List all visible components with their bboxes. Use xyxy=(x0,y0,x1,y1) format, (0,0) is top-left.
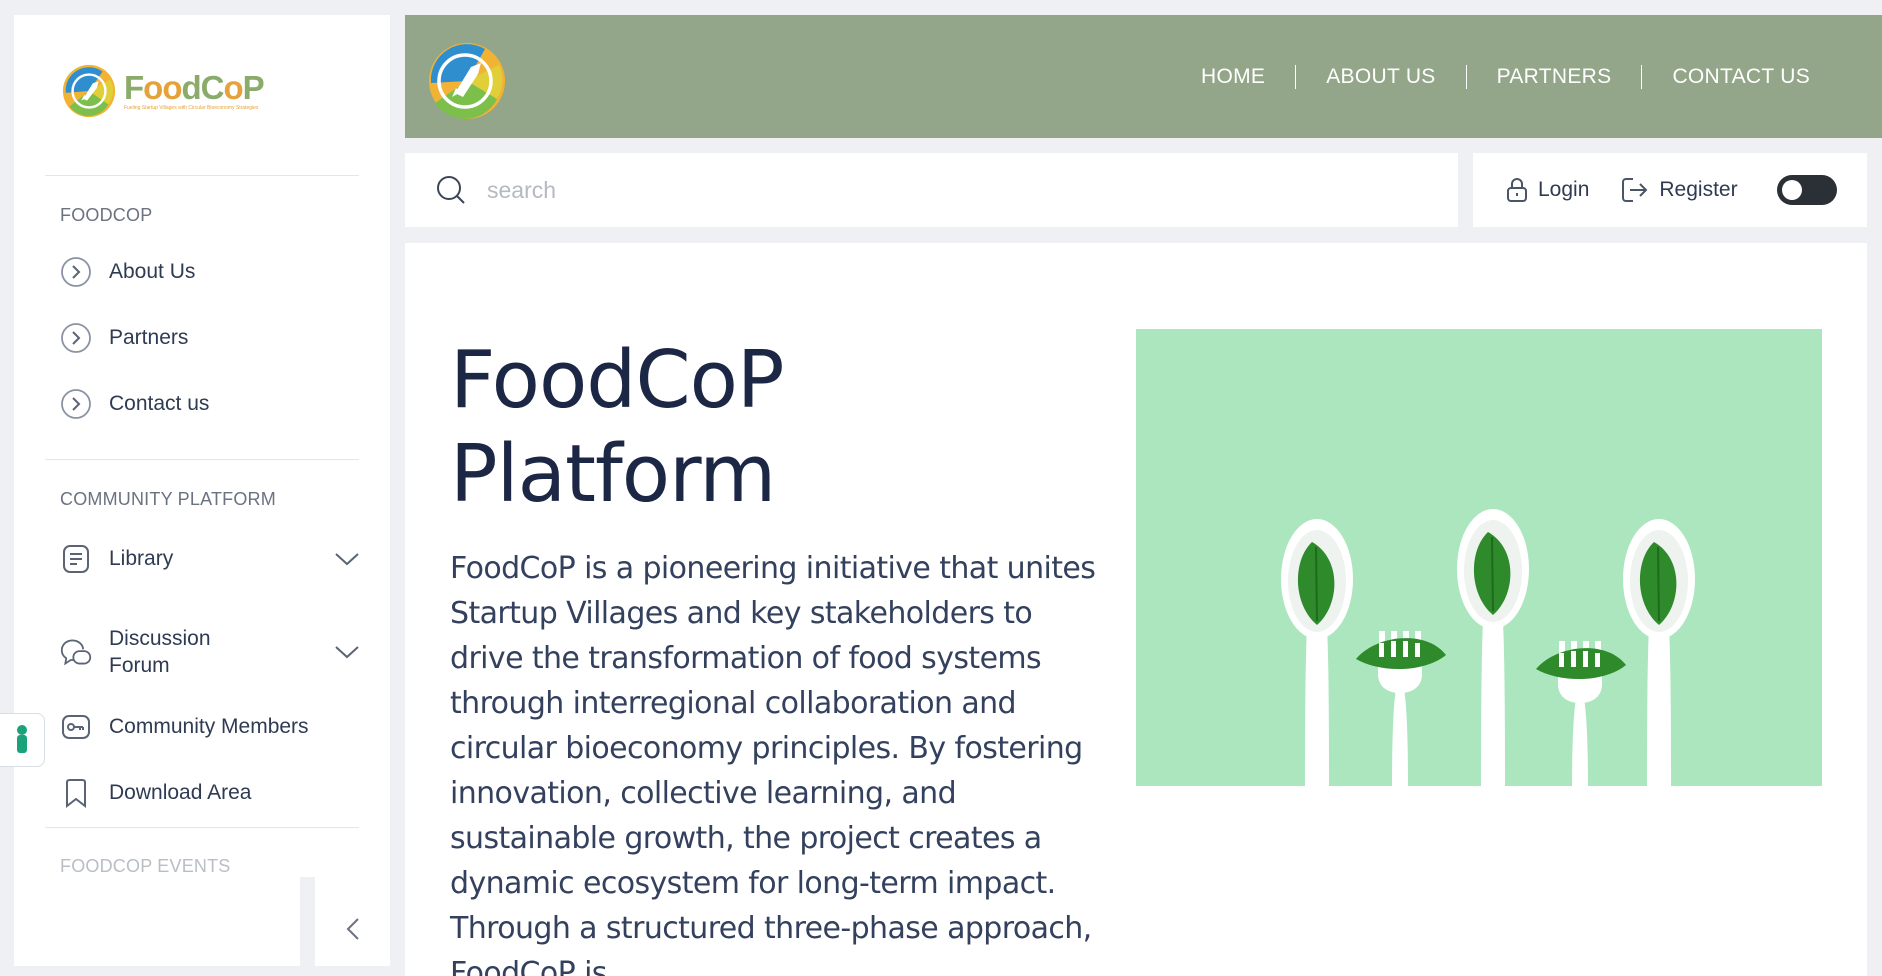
foodcop-emblem-icon[interactable] xyxy=(419,37,513,121)
chevron-down-icon[interactable] xyxy=(334,642,360,662)
document-icon xyxy=(60,543,92,575)
bookmark-icon xyxy=(60,777,92,809)
sidebar-item-community-members[interactable]: Community Members xyxy=(60,711,360,743)
sidebar-divider xyxy=(45,175,359,176)
search-bar xyxy=(405,153,1458,227)
search-input[interactable] xyxy=(485,175,1389,205)
register-link[interactable]: Register xyxy=(1621,177,1738,203)
sidebar-item-library[interactable]: Library xyxy=(60,543,360,575)
main-content: FoodCoP Platform FoodCoP is a pioneering… xyxy=(405,243,1867,976)
search-icon xyxy=(437,176,465,204)
title-line: FoodCoP xyxy=(450,334,785,426)
accessibility-icon xyxy=(17,725,27,753)
sidebar-collapse-button[interactable] xyxy=(315,892,390,966)
chat-icon xyxy=(60,636,92,668)
sidebar-divider xyxy=(45,827,359,828)
sidebar: FoodCoP Fueling Startup Villages with Ci… xyxy=(14,15,390,966)
sidebar-item-label: About Us xyxy=(109,260,196,283)
auth-bar: Login Register xyxy=(1473,153,1867,227)
topnav-about-us[interactable]: ABOUT US xyxy=(1295,64,1465,89)
topnav-contact-us[interactable]: CONTACT US xyxy=(1641,64,1840,89)
section-title-foodcop: FOODCOP xyxy=(60,205,153,225)
theme-toggle[interactable] xyxy=(1777,175,1837,205)
sidebar-item-label: Discussion Forum xyxy=(109,625,211,679)
key-icon xyxy=(60,711,92,743)
spoons-forks-leaves-illustration xyxy=(1136,329,1822,786)
sidebar-item-label: Contact us xyxy=(109,392,210,415)
topnav-partners[interactable]: PARTNERS xyxy=(1465,64,1642,89)
section-title-community-platform: COMMUNITY PLATFORM xyxy=(60,489,276,509)
sidebar-logo[interactable]: FoodCoP Fueling Startup Villages with Ci… xyxy=(60,62,265,120)
sidebar-item-contact-us[interactable]: Contact us xyxy=(60,388,360,420)
chevron-circle-icon xyxy=(60,388,92,420)
chevron-left-icon xyxy=(346,918,359,940)
sidebar-item-download-area[interactable]: Download Area xyxy=(60,777,360,809)
chevron-circle-icon xyxy=(60,322,92,354)
section-title-foodcop-events: FOODCOP EVENTS xyxy=(60,856,231,876)
top-header: HOME ABOUT US PARTNERS CONTACT US xyxy=(405,15,1882,138)
lock-icon xyxy=(1507,178,1527,202)
brand-wordmark: FoodCoP Fueling Startup Villages with Ci… xyxy=(124,68,265,111)
hero-image xyxy=(1136,329,1822,786)
sidebar-item-discussion-forum[interactable]: Discussion Forum xyxy=(60,625,360,679)
title-line: Platform xyxy=(450,428,776,520)
sidebar-item-about-us[interactable]: About Us xyxy=(60,256,360,288)
top-nav: HOME ABOUT US PARTNERS CONTACT US xyxy=(1171,15,1840,138)
sidebar-item-label: Partners xyxy=(109,326,189,349)
sidebar-item-partners[interactable]: Partners xyxy=(60,322,360,354)
label-line: Discussion xyxy=(109,627,211,650)
topnav-home[interactable]: HOME xyxy=(1171,65,1295,89)
label-line: Forum xyxy=(109,654,170,677)
foodcop-emblem-icon xyxy=(62,64,116,118)
login-label: Login xyxy=(1538,178,1590,201)
chevron-down-icon[interactable] xyxy=(334,549,360,569)
sidebar-item-label: Library xyxy=(109,547,174,570)
sign-in-icon xyxy=(1622,178,1648,202)
sidebar-item-label: Download Area xyxy=(109,781,252,804)
login-link[interactable]: Login xyxy=(1506,177,1589,203)
chevron-circle-icon xyxy=(60,256,92,288)
sidebar-item-label: Community Members xyxy=(109,715,309,738)
brand-name: FoodCoP xyxy=(124,68,265,106)
brand-tagline: Fueling Startup Villages with Circular B… xyxy=(124,104,259,111)
accessibility-button[interactable] xyxy=(0,713,45,767)
sidebar-divider xyxy=(45,459,359,460)
page-title: FoodCoP Platform xyxy=(450,333,1010,521)
register-label: Register xyxy=(1659,178,1738,201)
toggle-knob xyxy=(1782,180,1802,200)
hero-description: FoodCoP is a pioneering initiative that … xyxy=(450,551,1096,976)
sidebar-footer-gap xyxy=(300,877,315,976)
